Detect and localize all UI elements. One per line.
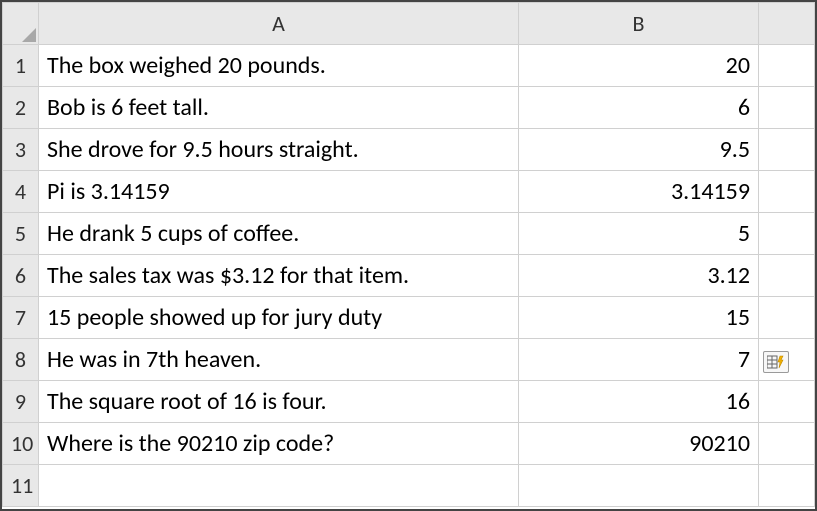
cell-b[interactable]: 7 xyxy=(519,339,759,381)
flash-fill-smarttag[interactable] xyxy=(763,351,789,373)
cell-c[interactable] xyxy=(759,465,815,507)
row-header[interactable]: 9 xyxy=(3,381,39,423)
column-header-b[interactable]: B xyxy=(519,3,759,45)
cell-a[interactable]: Pi is 3.14159 xyxy=(39,171,519,213)
cell-c[interactable] xyxy=(759,171,815,213)
select-all-corner[interactable] xyxy=(3,3,39,45)
cell-b[interactable]: 16 xyxy=(519,381,759,423)
row-header[interactable]: 5 xyxy=(3,213,39,255)
grid-table: A B 1The box weighed 20 pounds.202Bob is… xyxy=(2,2,815,507)
spreadsheet-grid[interactable]: A B 1The box weighed 20 pounds.202Bob is… xyxy=(0,0,817,511)
table-row: 3She drove for 9.5 hours straight.9.5 xyxy=(3,129,815,171)
table-row: 6The sales tax was $3.12 for that item.3… xyxy=(3,255,815,297)
cell-a[interactable] xyxy=(39,465,519,507)
table-row: 715 people showed up for jury duty15 xyxy=(3,297,815,339)
cell-c[interactable] xyxy=(759,213,815,255)
flash-fill-icon xyxy=(767,355,785,369)
cell-b[interactable]: 3.12 xyxy=(519,255,759,297)
cell-b[interactable]: 20 xyxy=(519,45,759,87)
cell-c[interactable] xyxy=(759,45,815,87)
column-header-row: A B xyxy=(3,3,815,45)
column-header-c[interactable] xyxy=(759,3,815,45)
cell-c[interactable] xyxy=(759,87,815,129)
row-header[interactable]: 10 xyxy=(3,423,39,465)
table-row: 8He was in 7th heaven.7 xyxy=(3,339,815,381)
cell-b[interactable]: 90210 xyxy=(519,423,759,465)
row-header[interactable]: 1 xyxy=(3,45,39,87)
table-row: 4Pi is 3.141593.14159 xyxy=(3,171,815,213)
row-header[interactable]: 6 xyxy=(3,255,39,297)
table-row: 9The square root of 16 is four.16 xyxy=(3,381,815,423)
column-header-a[interactable]: A xyxy=(39,3,519,45)
cell-a[interactable]: He was in 7th heaven. xyxy=(39,339,519,381)
cell-a[interactable]: She drove for 9.5 hours straight. xyxy=(39,129,519,171)
cell-a[interactable]: 15 people showed up for jury duty xyxy=(39,297,519,339)
cell-c[interactable] xyxy=(759,129,815,171)
cell-c[interactable] xyxy=(759,255,815,297)
table-row: 10Where is the 90210 zip code?90210 xyxy=(3,423,815,465)
cell-b[interactable]: 5 xyxy=(519,213,759,255)
cell-a[interactable]: The sales tax was $3.12 for that item. xyxy=(39,255,519,297)
cell-c[interactable] xyxy=(759,423,815,465)
table-row: 5He drank 5 cups of coffee.5 xyxy=(3,213,815,255)
select-all-triangle-icon xyxy=(22,28,36,42)
cell-b[interactable]: 15 xyxy=(519,297,759,339)
cell-a[interactable]: The square root of 16 is four. xyxy=(39,381,519,423)
cell-c[interactable] xyxy=(759,381,815,423)
row-header[interactable]: 11 xyxy=(3,465,39,507)
cell-c[interactable] xyxy=(759,297,815,339)
cell-b[interactable]: 6 xyxy=(519,87,759,129)
cell-a[interactable]: The box weighed 20 pounds. xyxy=(39,45,519,87)
cell-b[interactable]: 9.5 xyxy=(519,129,759,171)
table-row: 11 xyxy=(3,465,815,507)
row-header[interactable]: 7 xyxy=(3,297,39,339)
row-header[interactable]: 2 xyxy=(3,87,39,129)
row-header[interactable]: 3 xyxy=(3,129,39,171)
cell-a[interactable]: Where is the 90210 zip code? xyxy=(39,423,519,465)
cell-b[interactable] xyxy=(519,465,759,507)
cell-a[interactable]: He drank 5 cups of coffee. xyxy=(39,213,519,255)
table-row: 1The box weighed 20 pounds.20 xyxy=(3,45,815,87)
table-row: 2Bob is 6 feet tall.6 xyxy=(3,87,815,129)
row-header[interactable]: 8 xyxy=(3,339,39,381)
cell-b[interactable]: 3.14159 xyxy=(519,171,759,213)
cell-a[interactable]: Bob is 6 feet tall. xyxy=(39,87,519,129)
row-header[interactable]: 4 xyxy=(3,171,39,213)
